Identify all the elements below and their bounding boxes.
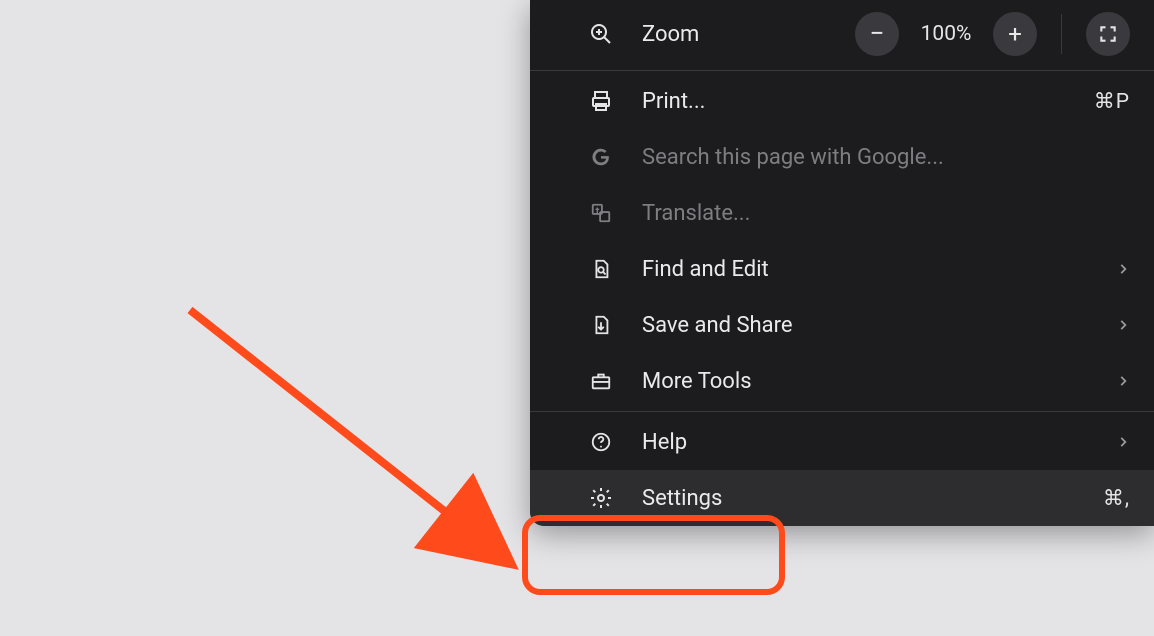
chevron-right-icon <box>1116 435 1130 449</box>
menu-item-label: Settings <box>642 486 722 511</box>
zoom-label: Zoom <box>642 22 699 47</box>
help-icon <box>588 429 614 455</box>
zoom-in-icon <box>588 21 614 47</box>
find-icon <box>588 256 614 282</box>
menu-item-label: Help <box>642 430 687 455</box>
zoom-row: Zoom − 100% + <box>530 0 1154 68</box>
browser-overflow-menu: Zoom − 100% + Print.. <box>530 0 1154 526</box>
toolbox-icon <box>588 368 614 394</box>
menu-item-label: Print... <box>642 89 705 114</box>
menu-item-more-tools[interactable]: More Tools <box>530 353 1154 409</box>
shortcut-text: ⌘, <box>1103 486 1130 511</box>
chevron-right-icon <box>1116 318 1130 332</box>
plus-icon: + <box>1008 22 1022 46</box>
translate-icon <box>588 200 614 226</box>
annotation-highlight <box>522 515 785 595</box>
chevron-right-icon <box>1116 374 1130 388</box>
menu-item-find-edit[interactable]: Find and Edit <box>530 241 1154 297</box>
menu-item-translate[interactable]: Translate... <box>530 185 1154 241</box>
shortcut-text: ⌘P <box>1094 89 1130 114</box>
chevron-right-icon <box>1116 262 1130 276</box>
menu-item-print[interactable]: Print... ⌘P <box>530 73 1154 129</box>
zoom-in-button[interactable]: + <box>993 12 1037 56</box>
print-icon <box>588 88 614 114</box>
menu-item-help[interactable]: Help <box>530 414 1154 470</box>
minus-icon: − <box>870 21 885 47</box>
menu-item-settings[interactable]: Settings ⌘, <box>530 470 1154 526</box>
menu-item-label: Find and Edit <box>642 257 769 282</box>
separator <box>530 411 1154 412</box>
zoom-out-button[interactable]: − <box>855 12 899 56</box>
menu-item-label: Search this page with Google... <box>642 145 944 170</box>
menu-item-search-google[interactable]: Search this page with Google... <box>530 129 1154 185</box>
menu-item-label: More Tools <box>642 369 752 394</box>
zoom-value: 100% <box>917 22 975 46</box>
menu-item-save-share[interactable]: Save and Share <box>530 297 1154 353</box>
divider <box>1061 14 1062 54</box>
gear-icon <box>588 485 614 511</box>
fullscreen-button[interactable] <box>1086 12 1130 56</box>
google-icon <box>588 144 614 170</box>
save-share-icon <box>588 312 614 338</box>
menu-item-label: Save and Share <box>642 313 793 338</box>
menu-item-label: Translate... <box>642 201 750 226</box>
annotation-arrow <box>180 300 540 600</box>
separator <box>530 70 1154 71</box>
